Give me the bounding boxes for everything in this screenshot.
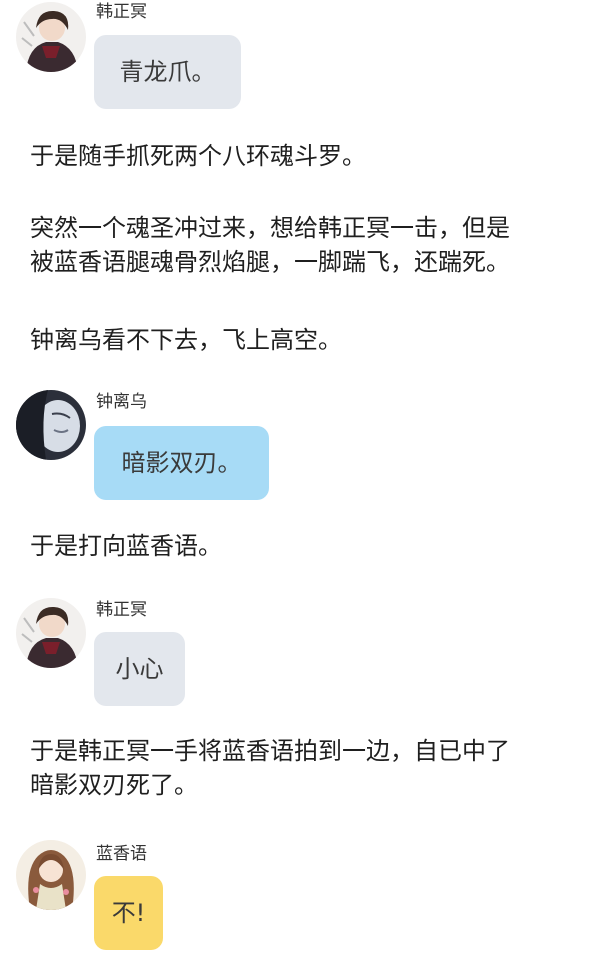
message-bubble[interactable]: 青龙爪。 <box>94 35 241 109</box>
avatar[interactable] <box>16 2 86 72</box>
sender-name: 钟离乌 <box>96 392 147 412</box>
narration-line: 暗影双刃死了。 <box>30 771 198 799</box>
chat-story-page: 韩正冥 青龙爪。 于是随手抓死两个八环魂斗罗。 突然一个魂圣冲过来，想给韩正冥一… <box>0 0 600 954</box>
narration-text: 钟离乌看不下去，飞上高空。 <box>30 326 342 354</box>
message-bubble[interactable]: 小心 <box>94 632 185 706</box>
sender-name: 韩正冥 <box>96 600 147 620</box>
dark-figure-avatar-icon <box>16 390 86 460</box>
message-bubble[interactable]: 暗影双刃。 <box>94 426 269 500</box>
dark-haired-boy-avatar-icon <box>16 598 86 668</box>
avatar[interactable] <box>16 598 86 668</box>
dark-haired-boy-avatar-icon <box>16 2 86 72</box>
avatar[interactable] <box>16 840 86 910</box>
narration-line: 于是韩正冥一手将蓝香语拍到一边，自已中了 <box>30 737 510 765</box>
avatar[interactable] <box>16 390 86 460</box>
narration-text: 于是随手抓死两个八环魂斗罗。 <box>30 142 366 170</box>
long-haired-girl-avatar-icon <box>16 840 86 910</box>
narration-text: 突然一个魂圣冲过来，想给韩正冥一击，但是 被蓝香语腿魂骨烈焰腿，一脚踹飞，还踹死… <box>30 211 590 279</box>
narration-line: 突然一个魂圣冲过来，想给韩正冥一击，但是 <box>30 214 510 242</box>
narration-text: 于是韩正冥一手将蓝香语拍到一边，自已中了 暗影双刃死了。 <box>30 734 590 802</box>
sender-name: 蓝香语 <box>96 844 147 864</box>
narration-text: 于是打向蓝香语。 <box>30 532 222 560</box>
sender-name: 韩正冥 <box>96 2 147 22</box>
narration-line: 被蓝香语腿魂骨烈焰腿，一脚踹飞，还踹死。 <box>30 248 510 276</box>
message-bubble[interactable]: 不! <box>94 876 163 950</box>
